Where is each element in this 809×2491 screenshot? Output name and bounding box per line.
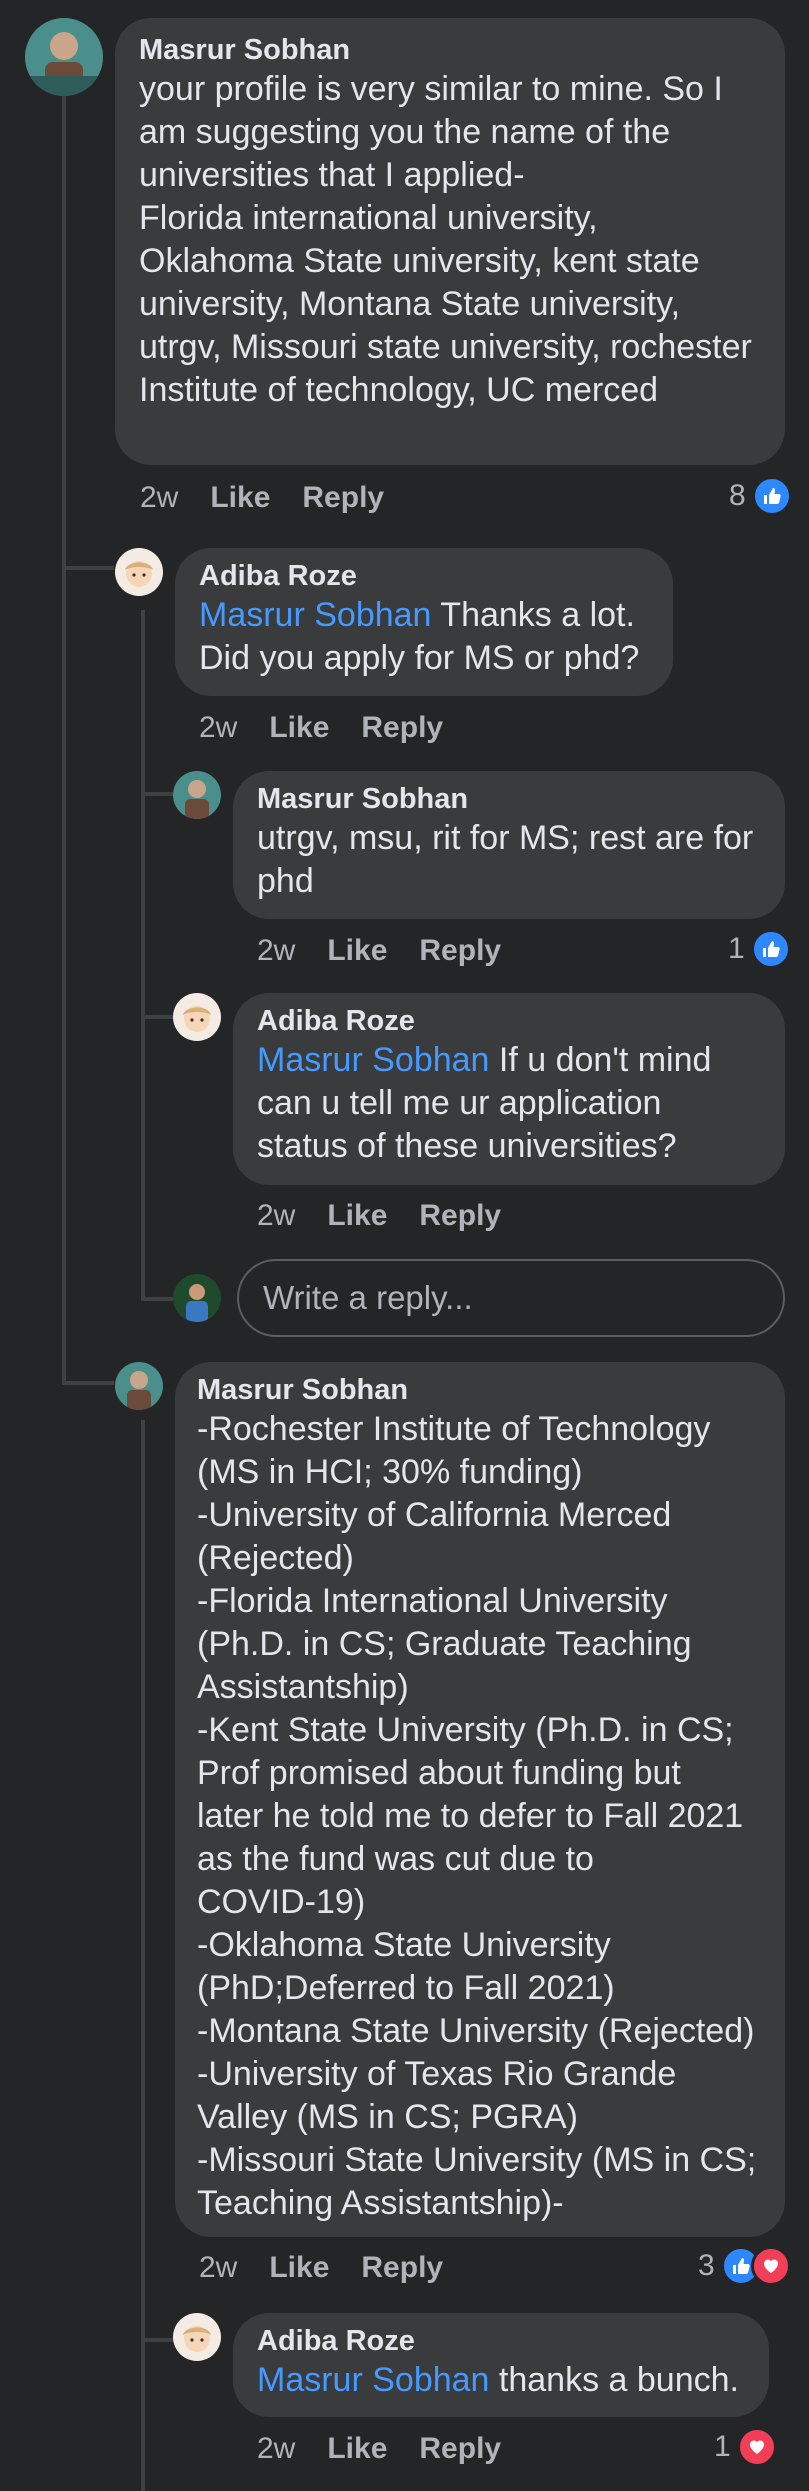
reactions-1[interactable]: 8 bbox=[729, 476, 792, 516]
reaction-count: 1 bbox=[728, 932, 745, 965]
reply-button[interactable]: Reply bbox=[419, 2432, 501, 2466]
reactions-3[interactable]: 1 bbox=[728, 929, 791, 969]
avatar-photo-icon bbox=[173, 771, 221, 819]
thread-line-sub-2 bbox=[141, 1420, 145, 2491]
like-button[interactable]: Like bbox=[327, 934, 387, 968]
mention-link[interactable]: Masrur Sobhan bbox=[199, 596, 431, 634]
thread-line-sub bbox=[141, 610, 145, 1300]
comment-text: -Rochester Institute of Technology (MS i… bbox=[197, 1410, 757, 2222]
comment-actions-4: 2w Like Reply bbox=[257, 1196, 533, 1236]
reply-input-placeholder: Write a reply... bbox=[263, 1279, 473, 1316]
comment-actions-5: 2w Like Reply bbox=[199, 2248, 475, 2288]
comment-time[interactable]: 2w bbox=[140, 481, 178, 515]
comment-text: Masrur Sobhan Thanks a lot. Did you appl… bbox=[199, 594, 649, 680]
like-button[interactable]: Like bbox=[327, 1199, 387, 1233]
reply-button[interactable]: Reply bbox=[302, 481, 384, 515]
thread-line-main bbox=[62, 95, 66, 1385]
like-button[interactable]: Like bbox=[269, 711, 329, 745]
comment-actions-6: 2w Like Reply bbox=[257, 2429, 533, 2469]
comment-author[interactable]: Masrur Sobhan bbox=[139, 32, 761, 68]
comment-text: Masrur Sobhan If u don't mind can u tell… bbox=[257, 1039, 761, 1168]
heart-icon bbox=[736, 2427, 777, 2467]
comment-bubble-6: Adiba Roze Masrur Sobhan thanks a bunch. bbox=[233, 2313, 769, 2417]
reply-input[interactable]: Write a reply... bbox=[237, 1259, 785, 1337]
heart-icon bbox=[750, 2246, 791, 2286]
comment-actions-1: 2w Like Reply bbox=[140, 478, 416, 518]
comment-time[interactable]: 2w bbox=[257, 2432, 295, 2466]
reply-button[interactable]: Reply bbox=[419, 1199, 501, 1233]
comment-author[interactable]: Adiba Roze bbox=[257, 2323, 745, 2359]
comment-bubble-3: Masrur Sobhan utrgv, msu, rit for MS; re… bbox=[233, 771, 785, 919]
thread-line-sub-b3 bbox=[141, 1297, 173, 1301]
comment-text: utrgv, msu, rit for MS; rest are for phd bbox=[257, 819, 754, 900]
reaction-count: 8 bbox=[729, 479, 746, 512]
thumbs-up-icon bbox=[750, 929, 791, 969]
thread-line-sub-b1 bbox=[141, 792, 173, 796]
reply-button[interactable]: Reply bbox=[419, 934, 501, 968]
comment-bubble-1: Masrur Sobhan your profile is very simil… bbox=[115, 18, 785, 465]
comment-author[interactable]: Adiba Roze bbox=[257, 1003, 761, 1039]
comment-text: your profile is very similar to mine. So… bbox=[139, 70, 752, 409]
comment-text: Masrur Sobhan thanks a bunch. bbox=[257, 2359, 745, 2402]
avatar-masrur[interactable] bbox=[25, 18, 103, 96]
comment-author[interactable]: Masrur Sobhan bbox=[197, 1372, 763, 1408]
comment-author[interactable]: Masrur Sobhan bbox=[257, 781, 761, 817]
comment-actions-2: 2w Like Reply bbox=[199, 708, 475, 748]
thread-line-sub-b2 bbox=[141, 1015, 173, 1019]
avatar-photo-icon bbox=[173, 1274, 221, 1322]
comment-time[interactable]: 2w bbox=[199, 711, 237, 745]
comment-time[interactable]: 2w bbox=[199, 2251, 237, 2285]
like-button[interactable]: Like bbox=[327, 2432, 387, 2466]
like-button[interactable]: Like bbox=[210, 481, 270, 515]
avatar-masrur[interactable] bbox=[115, 1362, 163, 1410]
reaction-count: 1 bbox=[714, 2430, 731, 2463]
comment-text-body: thanks a bunch. bbox=[489, 2361, 739, 2399]
reaction-count: 3 bbox=[698, 2249, 715, 2282]
avatar-adiba[interactable] bbox=[173, 993, 221, 1041]
avatar-cartoon-icon bbox=[173, 993, 221, 1041]
reactions-6[interactable]: 1 bbox=[714, 2427, 777, 2467]
comment-bubble-5: Masrur Sobhan -Rochester Institute of Te… bbox=[175, 1362, 785, 2237]
mention-link[interactable]: Masrur Sobhan bbox=[257, 2361, 489, 2399]
thumbs-up-icon bbox=[751, 476, 792, 516]
thread-line-branch-1 bbox=[62, 566, 114, 570]
avatar-cartoon-icon bbox=[115, 548, 163, 596]
avatar-adiba[interactable] bbox=[173, 2313, 221, 2361]
comment-time[interactable]: 2w bbox=[257, 934, 295, 968]
mention-link[interactable]: Masrur Sobhan bbox=[257, 1041, 489, 1079]
comment-actions-3: 2w Like Reply bbox=[257, 931, 533, 971]
avatar-cartoon-icon bbox=[173, 2313, 221, 2361]
comment-bubble-4: Adiba Roze Masrur Sobhan If u don't mind… bbox=[233, 993, 785, 1185]
reply-button[interactable]: Reply bbox=[361, 711, 443, 745]
like-button[interactable]: Like bbox=[269, 2251, 329, 2285]
reply-button[interactable]: Reply bbox=[361, 2251, 443, 2285]
avatar-current-user[interactable] bbox=[173, 1274, 221, 1322]
reactions-5[interactable]: 3 bbox=[698, 2246, 791, 2286]
avatar-photo-icon bbox=[25, 18, 103, 96]
comment-bubble-2: Adiba Roze Masrur Sobhan Thanks a lot. D… bbox=[175, 548, 673, 696]
thread-line-sub-2-b1 bbox=[141, 2338, 173, 2342]
avatar-masrur[interactable] bbox=[173, 771, 221, 819]
comment-author[interactable]: Adiba Roze bbox=[199, 558, 649, 594]
comment-time[interactable]: 2w bbox=[257, 1199, 295, 1233]
avatar-adiba[interactable] bbox=[115, 548, 163, 596]
thread-line-branch-2 bbox=[62, 1381, 114, 1385]
avatar-photo-icon bbox=[115, 1362, 163, 1410]
